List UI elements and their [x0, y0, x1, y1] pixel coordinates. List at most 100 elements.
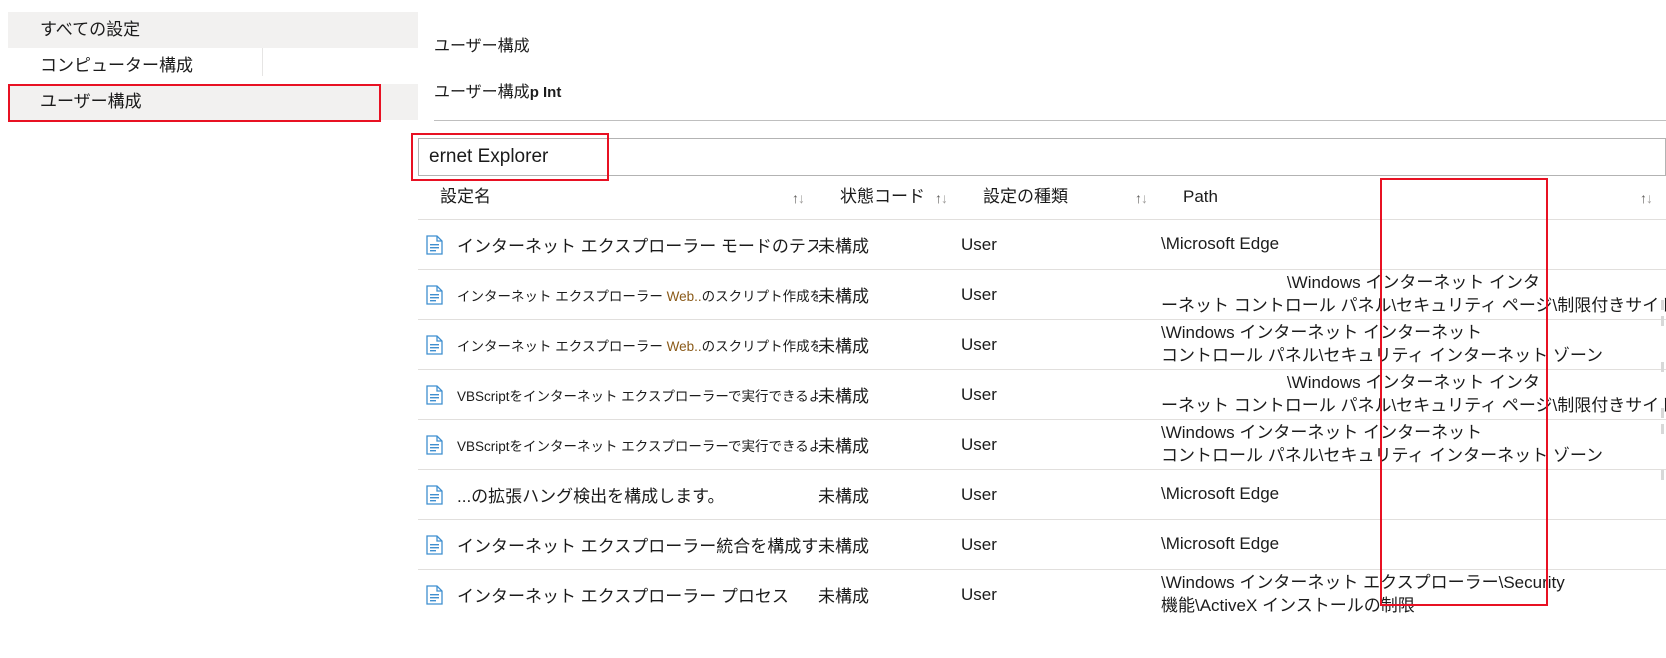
document-icon [426, 434, 443, 455]
header-divider [434, 120, 1666, 121]
cell-status-code: 未構成 [818, 519, 961, 570]
cell-setting-type: User [961, 469, 1161, 520]
cell-setting-type: User [961, 319, 1161, 370]
scroll-tick [1661, 424, 1664, 434]
search-match-text: Web.. [666, 338, 702, 354]
cell-setting-name: インターネット エクスプローラー Web..のスクリプト作成を許可します。 [418, 269, 818, 320]
setting-name-label: インターネット エクスプローラー Web..のスクリプト作成を許可します。 [457, 288, 818, 304]
cell-path: \Windows インターネット インタ ーネット コントロール パネル\セキュリ… [1161, 369, 1666, 420]
cell-setting-type: User [961, 519, 1161, 570]
cell-setting-type: User [961, 419, 1161, 470]
search-input[interactable] [418, 138, 1666, 176]
cell-status-code: 未構成 [818, 269, 961, 320]
cell-status-code: 未構成 [818, 569, 961, 620]
sidebar-item-computer-configuration[interactable]: コンピューター構成 [8, 48, 418, 84]
column-header-setting-type[interactable]: 設定の種類 ↑↓ [961, 182, 1161, 220]
table-row[interactable]: VBScriptをインターネット エクスプローラーで実行できるようにする未構成U… [418, 369, 1666, 420]
search-match-text: Web.. [666, 288, 702, 304]
document-icon [426, 284, 443, 305]
setting-name-label: VBScriptをインターネット エクスプローラーで実行できるようにする [457, 438, 818, 454]
path-line: ーネット コントロール パネル\セキュリティ ページ\制限付きサイト ゾーン [1161, 295, 1666, 315]
cell-setting-name: インターネット エクスプローラー モードのテストを許可する [418, 219, 818, 270]
cell-setting-type: User [961, 219, 1161, 270]
cell-status-code: 未構成 [818, 469, 961, 520]
cell-status-code: 未構成 [818, 219, 961, 270]
path-line: \Microsoft Edge [1161, 534, 1280, 554]
column-header-status-code[interactable]: 状態コード ↑↓ [818, 182, 961, 220]
cell-path: \Microsoft Edge [1161, 519, 1666, 570]
setting-name-label: インターネット エクスプローラー プロセス [457, 587, 789, 607]
cell-status-code: 未構成 [818, 419, 961, 470]
sort-arrows-icon[interactable]: ↑↓ [792, 191, 805, 207]
sidebar-item-label: すべての設定 [40, 20, 141, 39]
path-line: \Windows インターネット インタ [1286, 372, 1541, 392]
path-line: \Microsoft Edge [1161, 234, 1280, 254]
table-row[interactable]: インターネット エクスプローラー Web..のスクリプト作成を許可します。未構成… [418, 319, 1666, 370]
scroll-tick [1661, 362, 1664, 372]
sidebar-item-all-settings[interactable]: すべての設定 [8, 12, 418, 48]
setting-name-label: VBScriptをインターネット エクスプローラーで実行できるようにする [457, 388, 818, 404]
column-header-label: Path [1183, 187, 1218, 206]
scroll-tick [1661, 408, 1664, 418]
cell-setting-name: ...の拡張ハング検出を構成します。 [418, 469, 818, 520]
table-row[interactable]: インターネット エクスプローラー統合を構成する 未構成 User \Microsoft… [418, 519, 1666, 570]
settings-detail-pane: ユーザー構成 ユーザー構成p Int 設定名 ↑↓ 状態コード [411, 0, 1666, 658]
breadcrumb-line-1: ユーザー構成 [434, 32, 530, 56]
cell-path: \Windows インターネット インターネットコントロール パネル\セキュリテ… [1161, 419, 1666, 470]
cell-path: \Windows インターネット インターネットコントロール パネル\セキュリテ… [1161, 319, 1666, 370]
document-icon [426, 585, 443, 605]
path-line: \Windows インターネット インターネット [1161, 322, 1483, 342]
cell-setting-type: User [961, 369, 1161, 420]
table-row[interactable]: インターネット エクスプローラー モードのテストを許可する未構成User\Mic… [418, 219, 1666, 270]
sidebar-item-label: コンピューター構成 [40, 56, 193, 75]
cell-setting-name: インターネット エクスプローラー統合を構成する [418, 519, 818, 570]
column-header-label: 設定の種類 [983, 187, 1068, 206]
table-row[interactable]: インターネット エクスプローラー Web..のスクリプト作成を許可します。未構成… [418, 269, 1666, 320]
path-line: \Windows インターネット エクスプローラー\Security [1161, 572, 1565, 592]
path-line: \Windows インターネット インターネット [1161, 422, 1483, 442]
setting-name-label: インターネット エクスプローラー統合を構成する [457, 537, 818, 556]
breadcrumb-text: ユーザー構成 [434, 38, 530, 55]
setting-name-label: インターネット エクスプローラー モードのテストを許可する [457, 237, 818, 256]
settings-table: 設定名 ↑↓ 状態コード ↑↓ 設定の種類 ↑↓ Path ↑↓ インターネット… [418, 182, 1666, 620]
scroll-tick [1661, 470, 1664, 480]
sort-arrows-icon[interactable]: ↑↓ [1640, 191, 1653, 207]
cell-setting-type: User [961, 569, 1161, 620]
table-body: インターネット エクスプローラー モードのテストを許可する未構成User\Mic… [418, 219, 1666, 620]
setting-name-label: インターネット エクスプローラー Web..のスクリプト作成を許可します。 [457, 338, 818, 354]
sort-arrows-icon[interactable]: ↑↓ [1135, 191, 1148, 207]
cell-status-code: 未構成 [818, 319, 961, 370]
breadcrumb-suffix: p Int [529, 84, 562, 101]
breadcrumb-text: ユーザー構成 [434, 84, 530, 101]
scroll-tick [1661, 316, 1664, 326]
breadcrumb-line-2: ユーザー構成p Int [434, 78, 561, 102]
document-icon [426, 534, 443, 555]
path-line: コントロール パネル\セキュリティ インターネット ゾーン [1161, 445, 1604, 465]
path-line: \Microsoft Edge [1161, 484, 1280, 504]
table-row[interactable]: VBScriptをインターネット エクスプローラーで実行できるようにする未構成U… [418, 419, 1666, 470]
table-row[interactable]: ...の拡張ハング検出を構成します。 未構成 User \Microsoft Edge [418, 469, 1666, 520]
cell-setting-name: インターネット エクスプローラー プロセス [418, 569, 818, 620]
path-line: コントロール パネル\セキュリティ インターネット ゾーン [1161, 345, 1604, 365]
cell-path: \Microsoft Edge [1161, 219, 1666, 270]
cell-setting-type: User [961, 269, 1161, 320]
column-header-setting-name[interactable]: 設定名 ↑↓ [418, 182, 818, 220]
sort-arrows-icon[interactable]: ↑↓ [935, 191, 948, 207]
document-icon [426, 234, 443, 255]
setting-name-label: ...の拡張ハング検出を構成します。 [457, 487, 725, 506]
document-icon [426, 334, 443, 355]
table-row[interactable]: インターネット エクスプローラー プロセス 未構成 User \Windows インタ… [418, 569, 1666, 620]
column-header-label: 設定名 [440, 187, 491, 206]
document-icon [426, 484, 443, 505]
settings-sidebar: すべての設定 コンピューター構成 ユーザー構成 [0, 0, 418, 658]
column-header-path[interactable]: Path ↑↓ [1161, 182, 1666, 220]
cell-setting-name: VBScriptをインターネット エクスプローラーで実行できるようにする [418, 419, 818, 470]
cell-path: \Windows インターネット インターネット コントロール パネル\セキュリ… [1161, 269, 1666, 320]
path-line: \Windows インターネット インタ [1286, 272, 1541, 292]
cell-path: \Windows インターネット エクスプローラー\Security 機能\Act… [1161, 569, 1666, 620]
cell-status-code: 未構成 [818, 369, 961, 420]
path-line: 機能\ActiveX インストールの制限 [1161, 595, 1415, 615]
cell-setting-name: インターネット エクスプローラー Web..のスクリプト作成を許可します。 [418, 319, 818, 370]
sidebar-item-user-configuration[interactable]: ユーザー構成 [8, 84, 418, 120]
table-header: 設定名 ↑↓ 状態コード ↑↓ 設定の種類 ↑↓ Path ↑↓ [418, 182, 1666, 220]
